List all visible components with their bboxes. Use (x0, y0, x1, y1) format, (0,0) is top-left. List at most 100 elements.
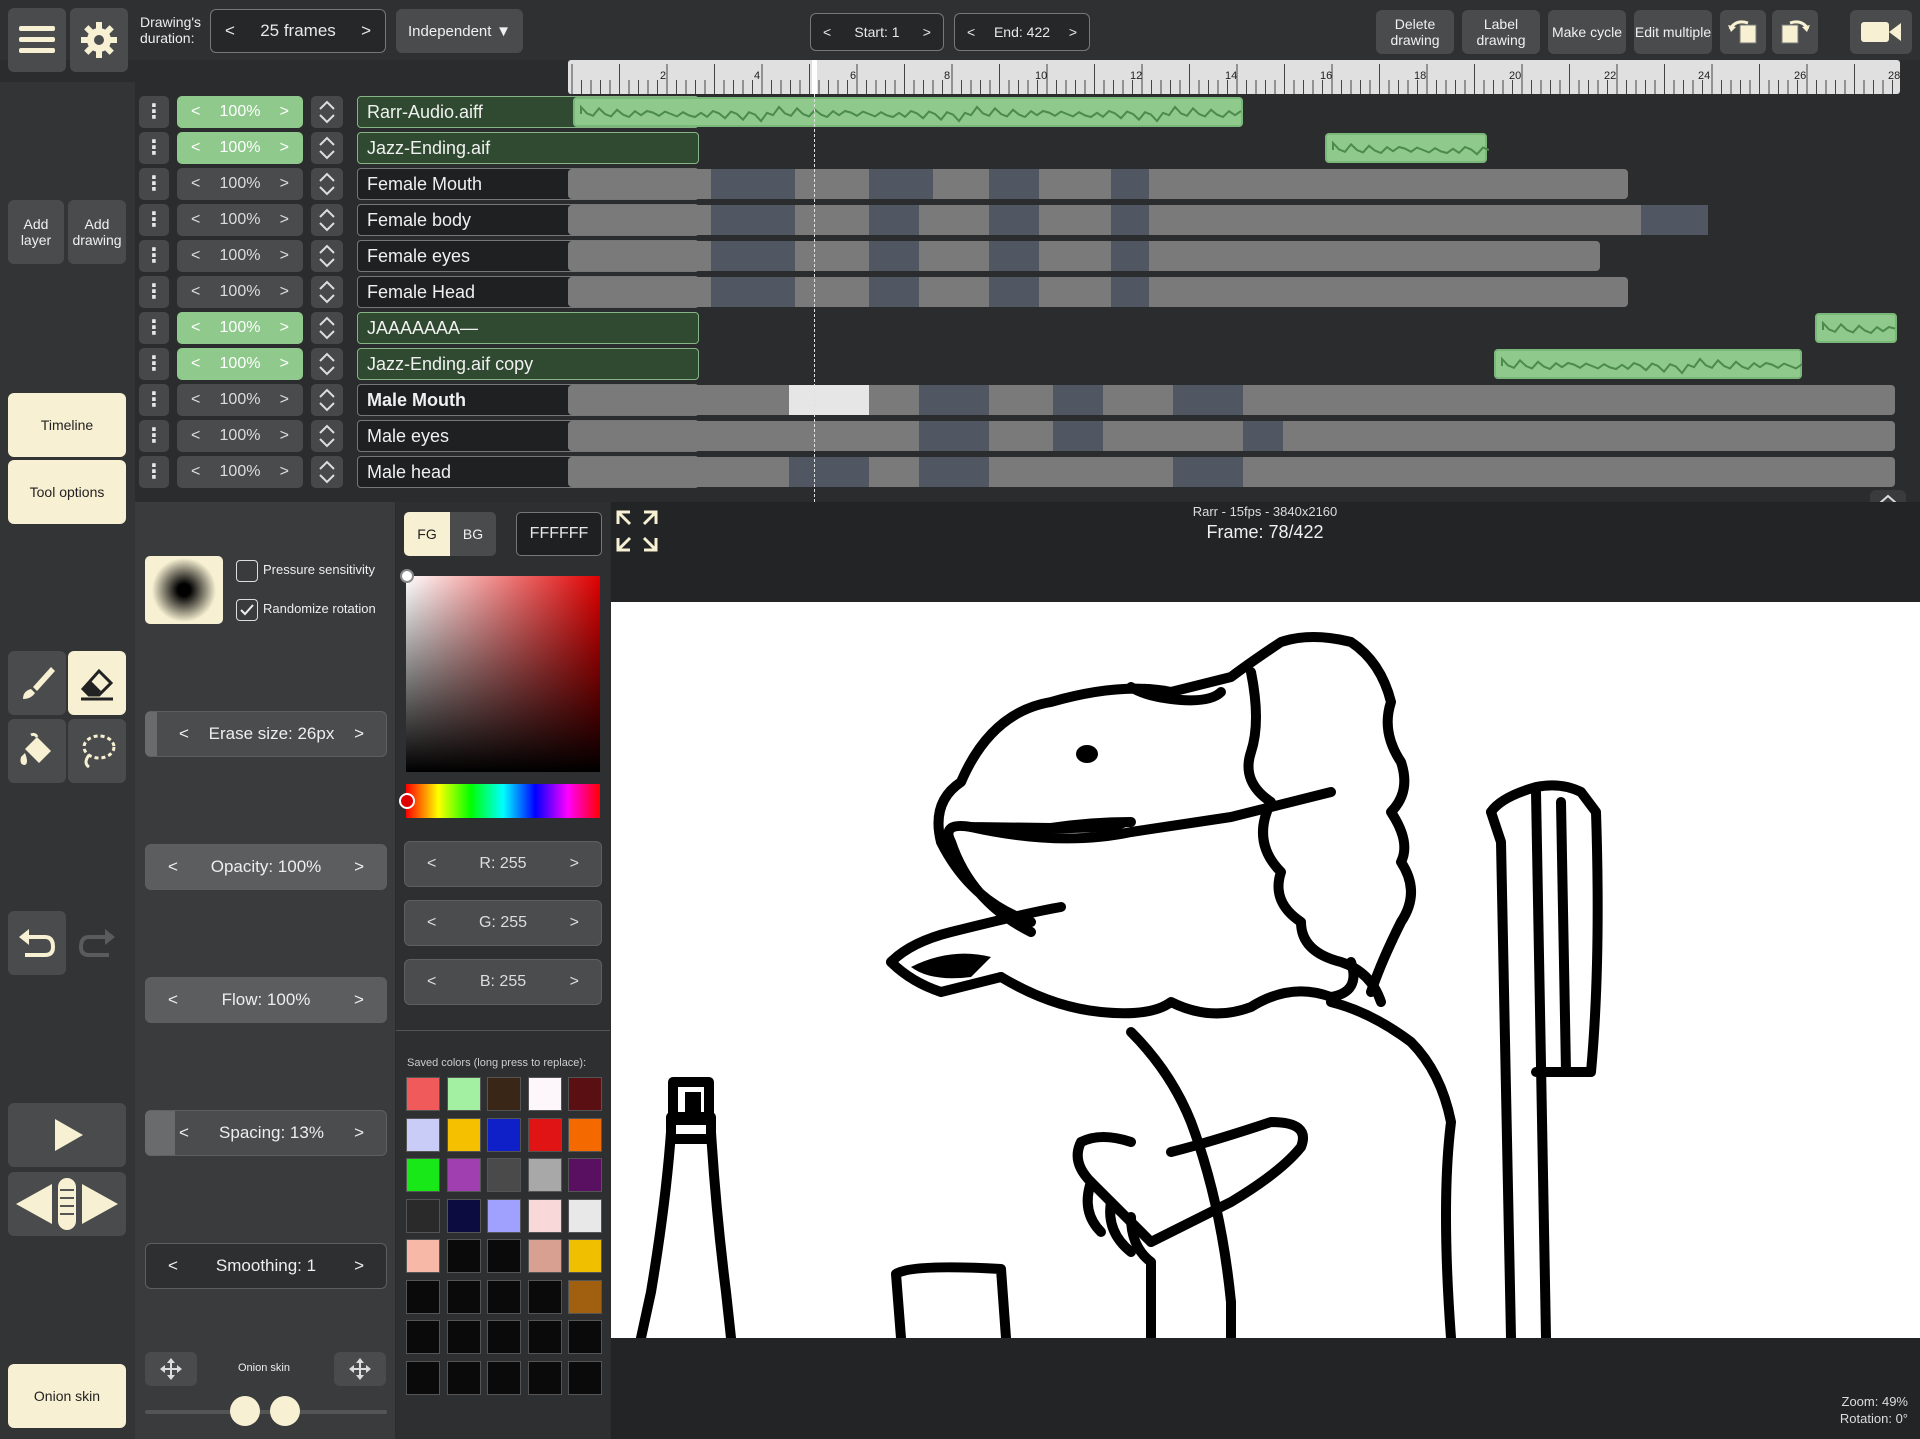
saved-color-swatch[interactable] (487, 1198, 521, 1233)
drawing-track[interactable] (568, 169, 1628, 199)
next-arrow-icon[interactable]: > (923, 24, 931, 40)
drawing-cell[interactable] (1243, 421, 1283, 451)
saved-color-swatch[interactable] (406, 1158, 440, 1192)
drawing-cell[interactable] (869, 277, 919, 307)
layer-menu-button[interactable]: ⋮ (139, 276, 169, 308)
saved-color-swatch[interactable] (487, 1320, 521, 1354)
settings-button[interactable] (70, 8, 128, 72)
layer-menu-button[interactable]: ⋮ (139, 420, 169, 452)
layer-menu-button[interactable]: ⋮ (139, 240, 169, 272)
drawing-cell[interactable] (1173, 457, 1243, 487)
layer-opacity-stepper[interactable]: <100% > (177, 132, 303, 164)
layer-opacity-stepper[interactable]: <100% > (177, 240, 303, 272)
prev-arrow-icon[interactable]: < (191, 247, 200, 265)
saved-color-swatch[interactable] (568, 1158, 602, 1192)
audio-clip[interactable] (573, 97, 1243, 127)
layer-reorder-handle[interactable] (311, 204, 343, 236)
layer-reorder-handle[interactable] (311, 240, 343, 272)
next-arrow-icon[interactable]: > (280, 355, 289, 373)
layer-menu-button[interactable]: ⋮ (139, 384, 169, 416)
selected-drawing-cell[interactable] (789, 385, 869, 415)
layer-menu-button[interactable]: ⋮ (139, 168, 169, 200)
next-arrow-icon[interactable]: > (280, 103, 289, 121)
prev-arrow-icon[interactable]: < (191, 283, 200, 301)
layer-opacity-stepper[interactable]: <100% > (177, 384, 303, 416)
sv-picker-handle[interactable] (400, 569, 414, 583)
layer-menu-button[interactable]: ⋮ (139, 348, 169, 380)
saved-color-swatch[interactable] (568, 1117, 602, 1152)
edit-multiple-button[interactable]: Edit multiple (1634, 10, 1712, 54)
drawing-cell[interactable] (1111, 205, 1149, 235)
drawing-track[interactable] (568, 277, 1628, 307)
drawing-cell[interactable] (1053, 385, 1103, 415)
play-button[interactable] (8, 1103, 126, 1167)
drawing-cell[interactable] (869, 241, 919, 271)
layer-reorder-handle[interactable] (311, 348, 343, 380)
prev-arrow-icon[interactable]: < (191, 355, 200, 373)
saved-color-swatch[interactable] (487, 1117, 521, 1152)
layer-opacity-stepper[interactable]: <100% > (177, 348, 303, 380)
layer-opacity-stepper[interactable]: <100% > (177, 96, 303, 128)
layer-name[interactable]: Jazz-Ending.aif copy (357, 348, 699, 380)
red-stepper[interactable]: < R: 255 > (404, 841, 602, 887)
drawing-cell[interactable] (1173, 385, 1243, 415)
saved-color-swatch[interactable] (446, 1117, 481, 1152)
prev-arrow-icon[interactable]: < (191, 463, 200, 481)
drawing-cell[interactable] (1053, 421, 1103, 451)
next-arrow-icon[interactable]: > (280, 175, 289, 193)
onion-right-move-button[interactable] (334, 1352, 386, 1386)
saved-color-swatch[interactable] (568, 1279, 602, 1314)
hue-slider-handle[interactable] (399, 793, 415, 809)
blue-stepper[interactable]: < B: 255 > (404, 959, 602, 1005)
smoothing-slider[interactable]: < Smoothing: 1 > (145, 1243, 387, 1289)
drawing-cell[interactable] (711, 241, 795, 271)
prev-arrow-icon[interactable]: < (191, 427, 200, 445)
audio-clip[interactable] (1325, 133, 1490, 163)
redo-button[interactable] (68, 911, 126, 975)
saved-color-swatch[interactable] (568, 1239, 602, 1273)
end-stepper[interactable]: < End: 422 > (954, 13, 1090, 51)
onion-skin-handle-right[interactable] (270, 1396, 300, 1426)
pressure-checkbox[interactable] (236, 560, 258, 582)
saved-color-swatch[interactable] (446, 1077, 481, 1111)
saved-color-swatch[interactable] (487, 1158, 521, 1192)
undo-button[interactable] (8, 911, 66, 975)
camera-button[interactable] (1850, 10, 1912, 54)
hue-slider[interactable] (406, 784, 600, 818)
delete-drawing-button[interactable]: Delete drawing (1376, 10, 1454, 54)
saved-color-swatch[interactable] (568, 1360, 602, 1395)
saved-color-swatch[interactable] (406, 1117, 440, 1152)
drawing-cell[interactable] (711, 169, 795, 199)
bg-toggle[interactable]: BG (450, 512, 496, 556)
layer-opacity-stepper[interactable]: <100% > (177, 420, 303, 452)
saved-color-swatch[interactable] (568, 1198, 602, 1233)
saved-color-swatch[interactable] (568, 1320, 602, 1354)
drawing-canvas[interactable] (611, 602, 1920, 1338)
next-arrow-icon[interactable]: > (280, 427, 289, 445)
saved-color-swatch[interactable] (406, 1279, 440, 1314)
layer-row[interactable]: ⋮ <100% > Female Mouth (135, 166, 1920, 202)
erase-size-slider[interactable]: < Erase size: 26px > (145, 711, 387, 757)
drawing-cell[interactable] (1111, 277, 1149, 307)
flow-slider[interactable]: < Flow: 100% > (145, 977, 387, 1023)
saved-color-swatch[interactable] (446, 1198, 481, 1233)
menu-button[interactable] (8, 8, 66, 72)
layer-row[interactable]: ⋮ <100% > JAAAAAAA— (135, 310, 1920, 346)
spacing-slider[interactable]: < Spacing: 13% > (145, 1110, 387, 1156)
layer-row[interactable]: ⋮ <100% > Jazz-Ending.aif (135, 130, 1920, 166)
layer-reorder-handle[interactable] (311, 168, 343, 200)
drawing-track[interactable] (568, 385, 1895, 415)
opacity-slider[interactable]: < Opacity: 100% > (145, 844, 387, 890)
layer-menu-button[interactable]: ⋮ (139, 312, 169, 344)
saved-color-swatch[interactable] (406, 1360, 440, 1395)
layer-reorder-handle[interactable] (311, 312, 343, 344)
label-drawing-button[interactable]: Label drawing (1462, 10, 1540, 54)
saved-color-swatch[interactable] (446, 1158, 481, 1192)
layer-row[interactable]: ⋮ <100% > Male Mouth (135, 382, 1920, 418)
add-layer-button[interactable]: Add layer (8, 200, 64, 264)
layer-row[interactable]: ⋮ <100% > Male head (135, 454, 1920, 490)
drawing-cell[interactable] (789, 457, 869, 487)
saved-color-swatch[interactable] (487, 1239, 521, 1273)
hex-input[interactable]: FFFFFF (516, 512, 602, 556)
next-arrow-icon[interactable]: > (280, 391, 289, 409)
